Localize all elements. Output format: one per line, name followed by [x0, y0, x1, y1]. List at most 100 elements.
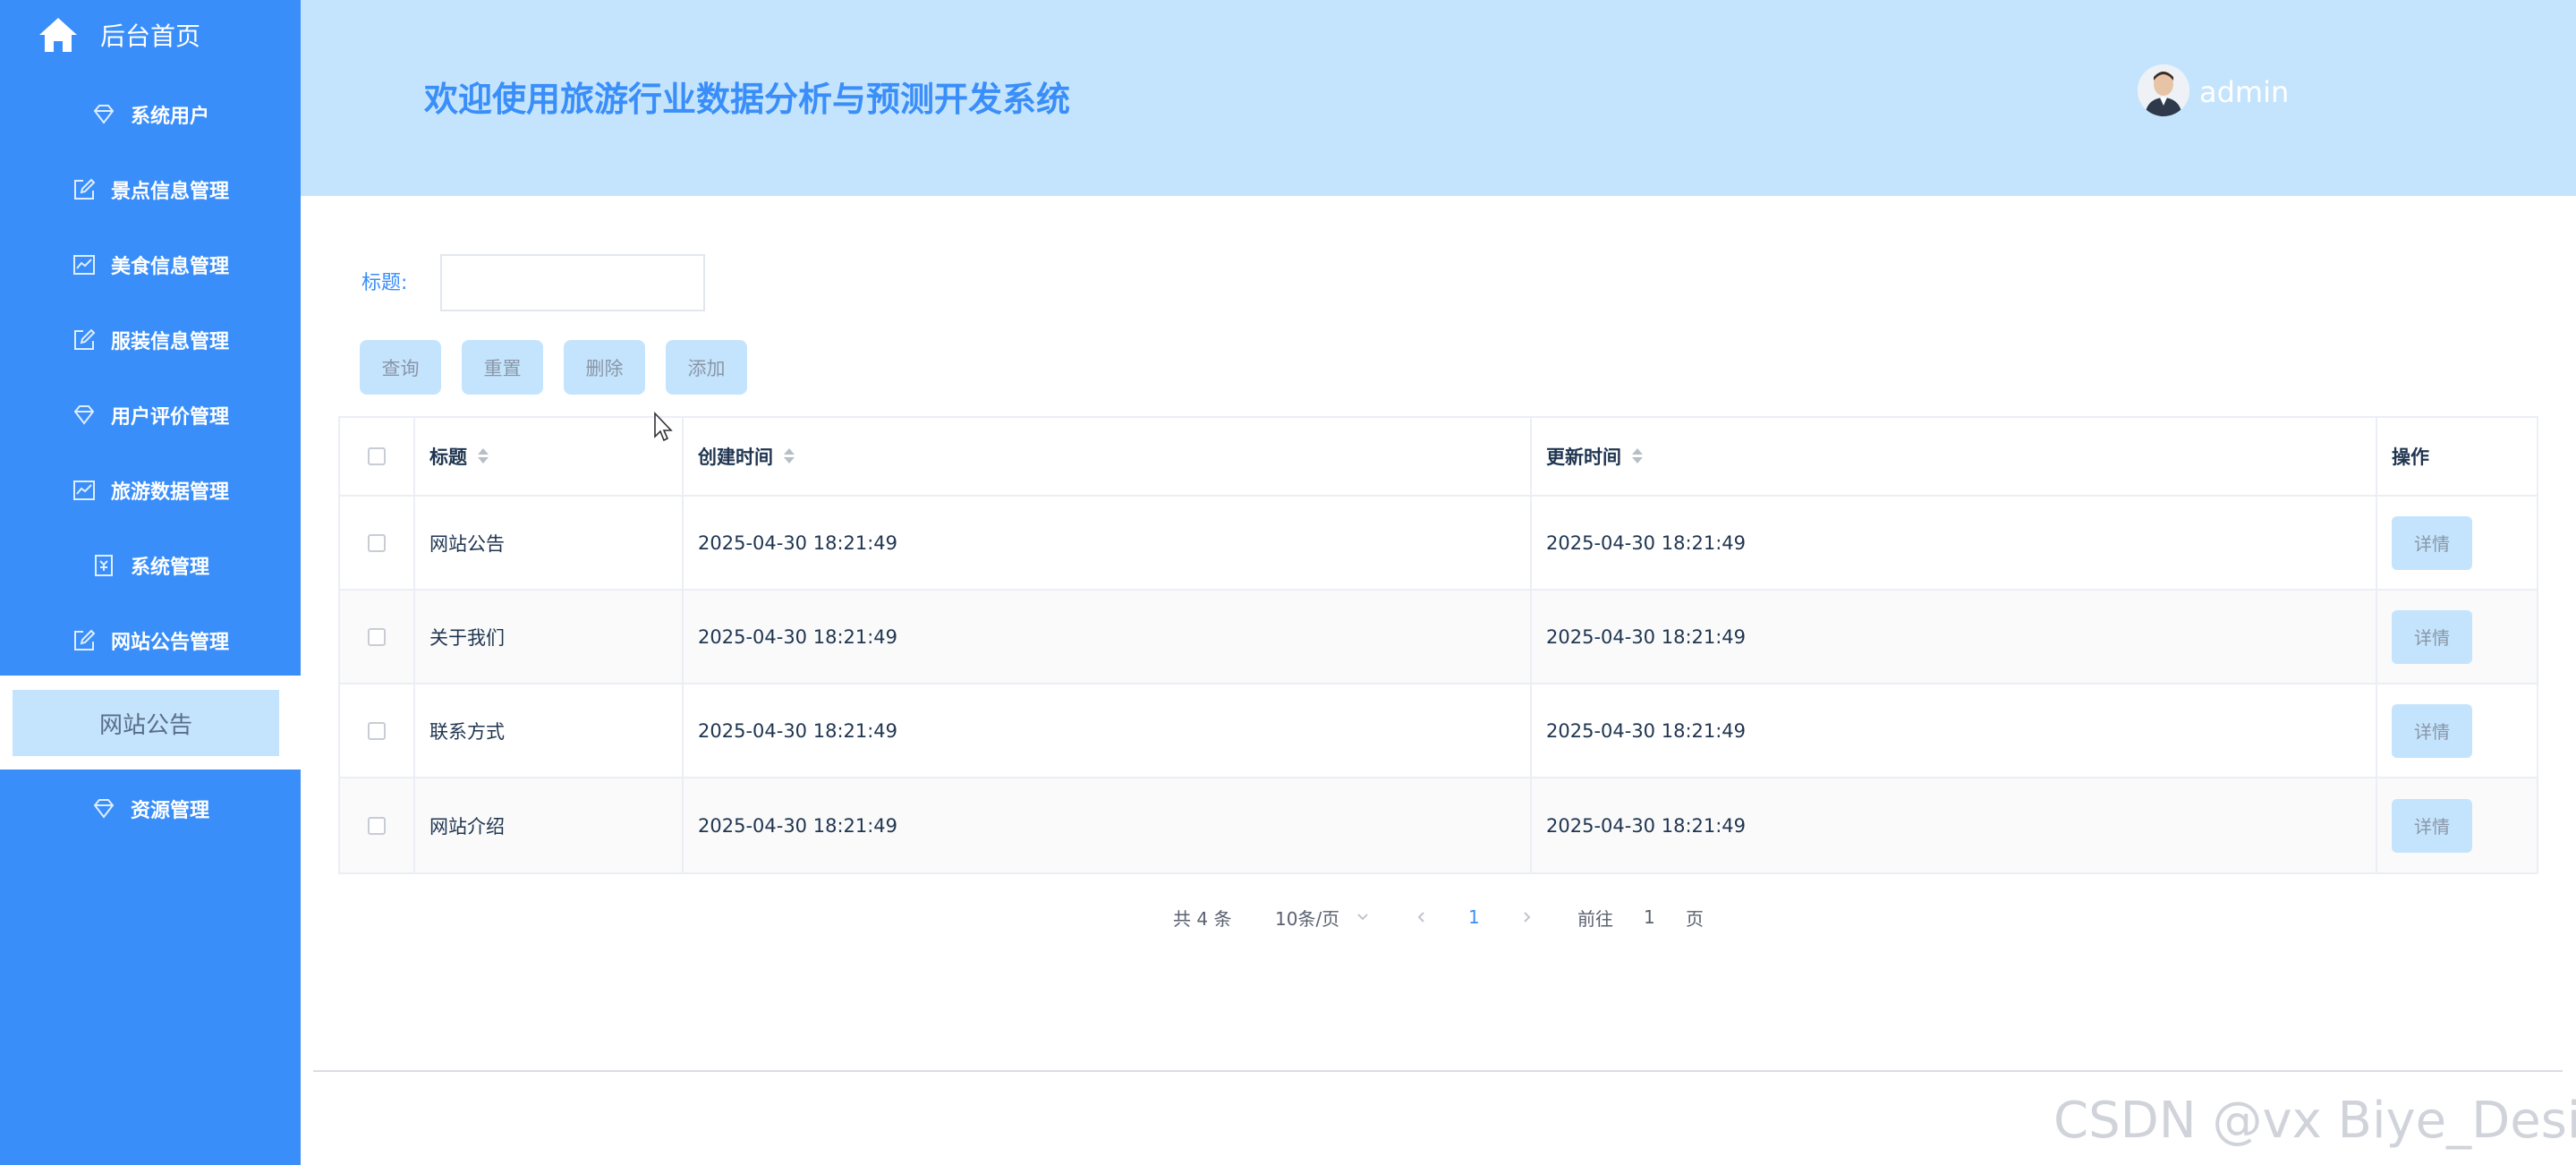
- cell-created: 2025-04-30 18:21:49: [684, 591, 1532, 683]
- cell-updated: 2025-04-30 18:21:49: [1532, 591, 2377, 683]
- sidebar-item-system-users[interactable]: 系统用户: [0, 77, 301, 152]
- watermark: CSDN @vx Biye_Design: [2053, 1092, 2576, 1150]
- search-label: 标题:: [361, 272, 408, 294]
- pagination-total: 共 4 条: [1173, 904, 1231, 931]
- detail-button[interactable]: 详情: [2392, 703, 2472, 758]
- cell-updated: 2025-04-30 18:21:49: [1532, 778, 2377, 872]
- chevron-down-icon: [1357, 914, 1368, 921]
- header: 欢迎使用旅游行业数据分析与预测开发系统 admin: [301, 0, 2576, 196]
- goto-label: 前往: [1577, 904, 1613, 931]
- sidebar-item-label: 系统用户: [130, 106, 209, 128]
- sidebar-item-scenic-info[interactable]: 景点信息管理: [0, 152, 301, 227]
- diamond-icon: [93, 105, 115, 124]
- page-title: 欢迎使用旅游行业数据分析与预测开发系统: [424, 80, 1071, 119]
- detail-button[interactable]: 详情: [2392, 515, 2472, 570]
- cell-action: 详情: [2377, 685, 2537, 777]
- sort-icon[interactable]: [476, 447, 489, 465]
- cell-created: 2025-04-30 18:21:49: [684, 778, 1532, 872]
- sidebar-item-label: 旅游数据管理: [110, 481, 229, 504]
- goto-label-text: 前往: [1577, 907, 1613, 930]
- cell-created: 2025-04-30 18:21:49: [684, 497, 1532, 589]
- avatar[interactable]: [2138, 64, 2189, 116]
- column-header-created[interactable]: 创建时间: [684, 418, 1532, 495]
- select-all-checkbox[interactable]: [368, 447, 386, 465]
- user-avatar-icon: [2138, 64, 2189, 116]
- row-checkbox[interactable]: [368, 816, 386, 835]
- detail-button[interactable]: 详情: [2392, 798, 2472, 853]
- goto-page-input[interactable]: 1: [1644, 904, 1655, 931]
- table-row: 联系方式 2025-04-30 18:21:49 2025-04-30 18:2…: [340, 685, 2537, 778]
- sidebar-item-label: 资源管理: [130, 800, 209, 822]
- page-size-select[interactable]: 10条/页: [1275, 904, 1370, 931]
- table-row: 网站公告 2025-04-30 18:21:49 2025-04-30 18:2…: [340, 497, 2537, 591]
- sidebar-item-label: 服装信息管理: [110, 331, 229, 353]
- query-button[interactable]: 查询: [360, 340, 441, 395]
- column-header-label: 更新时间: [1546, 446, 1621, 468]
- column-header-label: 标题: [429, 446, 467, 468]
- diamond-icon: [73, 405, 95, 425]
- select-all-cell: [340, 418, 415, 495]
- column-header-title[interactable]: 标题: [415, 418, 684, 495]
- column-header-label: 创建时间: [698, 446, 773, 468]
- sidebar-item-label: 景点信息管理: [110, 181, 229, 203]
- sidebar-item-food-info[interactable]: 美食信息管理: [0, 227, 301, 302]
- sidebar-item-clothing-info[interactable]: 服装信息管理: [0, 302, 301, 378]
- page-number-1[interactable]: 1: [1468, 904, 1480, 931]
- row-select-cell: [340, 685, 415, 777]
- home-icon: [39, 18, 77, 52]
- page-suffix-text: 页: [1686, 907, 1704, 930]
- sort-icon[interactable]: [1630, 447, 1643, 465]
- title-search-input[interactable]: [440, 254, 705, 311]
- cell-title: 联系方式: [415, 685, 684, 777]
- sidebar-submenu: 网站公告: [0, 676, 301, 770]
- table-row: 关于我们 2025-04-30 18:21:49 2025-04-30 18:2…: [340, 591, 2537, 685]
- row-select-cell: [340, 497, 415, 589]
- sidebar-subitem-announcement[interactable]: 网站公告: [13, 690, 279, 756]
- page-number-label: 1: [1468, 906, 1480, 928]
- cell-action: 详情: [2377, 497, 2537, 589]
- column-header-label: 操作: [2392, 446, 2429, 468]
- username[interactable]: admin: [2199, 75, 2289, 109]
- edit-icon: [73, 328, 96, 350]
- data-table: 标题 创建时间 更新时间 操作 网站公告 2025-04-30 18:21:49…: [338, 416, 2538, 874]
- sidebar-home-label: 后台首页: [100, 21, 201, 51]
- cell-action: 详情: [2377, 591, 2537, 683]
- sidebar-item-label: 用户评价管理: [110, 406, 229, 429]
- edit-icon: [73, 178, 96, 200]
- sort-icon[interactable]: [782, 447, 795, 465]
- cell-title: 网站公告: [415, 497, 684, 589]
- mouse-cursor-icon: [654, 412, 673, 442]
- row-checkbox[interactable]: [368, 627, 386, 646]
- column-header-action: 操作: [2377, 418, 2537, 495]
- column-header-updated[interactable]: 更新时间: [1532, 418, 2377, 495]
- sidebar-item-resources[interactable]: 资源管理: [0, 771, 301, 846]
- sidebar-subitem-label: 网站公告: [98, 711, 192, 739]
- cell-title: 关于我们: [415, 591, 684, 683]
- detail-button[interactable]: 详情: [2392, 609, 2472, 664]
- row-checkbox[interactable]: [368, 533, 386, 552]
- chart-icon: [72, 480, 95, 500]
- sidebar-item-announcement-manage[interactable]: 网站公告管理: [0, 603, 301, 678]
- page-suffix: 页: [1686, 904, 1704, 931]
- page-size-label: 10条/页: [1275, 907, 1340, 930]
- prev-page-button[interactable]: [1416, 904, 1428, 931]
- cell-updated: 2025-04-30 18:21:49: [1532, 685, 2377, 777]
- edit-icon: [73, 629, 96, 651]
- chevron-right-icon: [1524, 912, 1531, 923]
- sidebar-item-travel-data[interactable]: 旅游数据管理: [0, 453, 301, 528]
- next-page-button[interactable]: [1520, 904, 1533, 931]
- sidebar-item-label: 网站公告管理: [110, 632, 229, 654]
- chart-icon: [72, 255, 95, 275]
- row-checkbox[interactable]: [368, 721, 386, 740]
- goto-page-value: 1: [1644, 906, 1655, 928]
- delete-button[interactable]: 删除: [564, 340, 645, 395]
- add-button[interactable]: 添加: [666, 340, 747, 395]
- reset-button[interactable]: 重置: [462, 340, 543, 395]
- cell-action: 详情: [2377, 778, 2537, 872]
- sidebar: 后台首页 系统用户 景点信息管理 美食信息管理 服装信息管理 用户评价管理 旅游…: [0, 0, 301, 1165]
- sidebar-item-label: 美食信息管理: [110, 256, 229, 278]
- chevron-left-icon: [1417, 912, 1424, 923]
- sidebar-home[interactable]: 后台首页: [0, 0, 301, 70]
- sidebar-item-user-reviews[interactable]: 用户评价管理: [0, 378, 301, 453]
- sidebar-item-system-manage[interactable]: 系统管理: [0, 528, 301, 603]
